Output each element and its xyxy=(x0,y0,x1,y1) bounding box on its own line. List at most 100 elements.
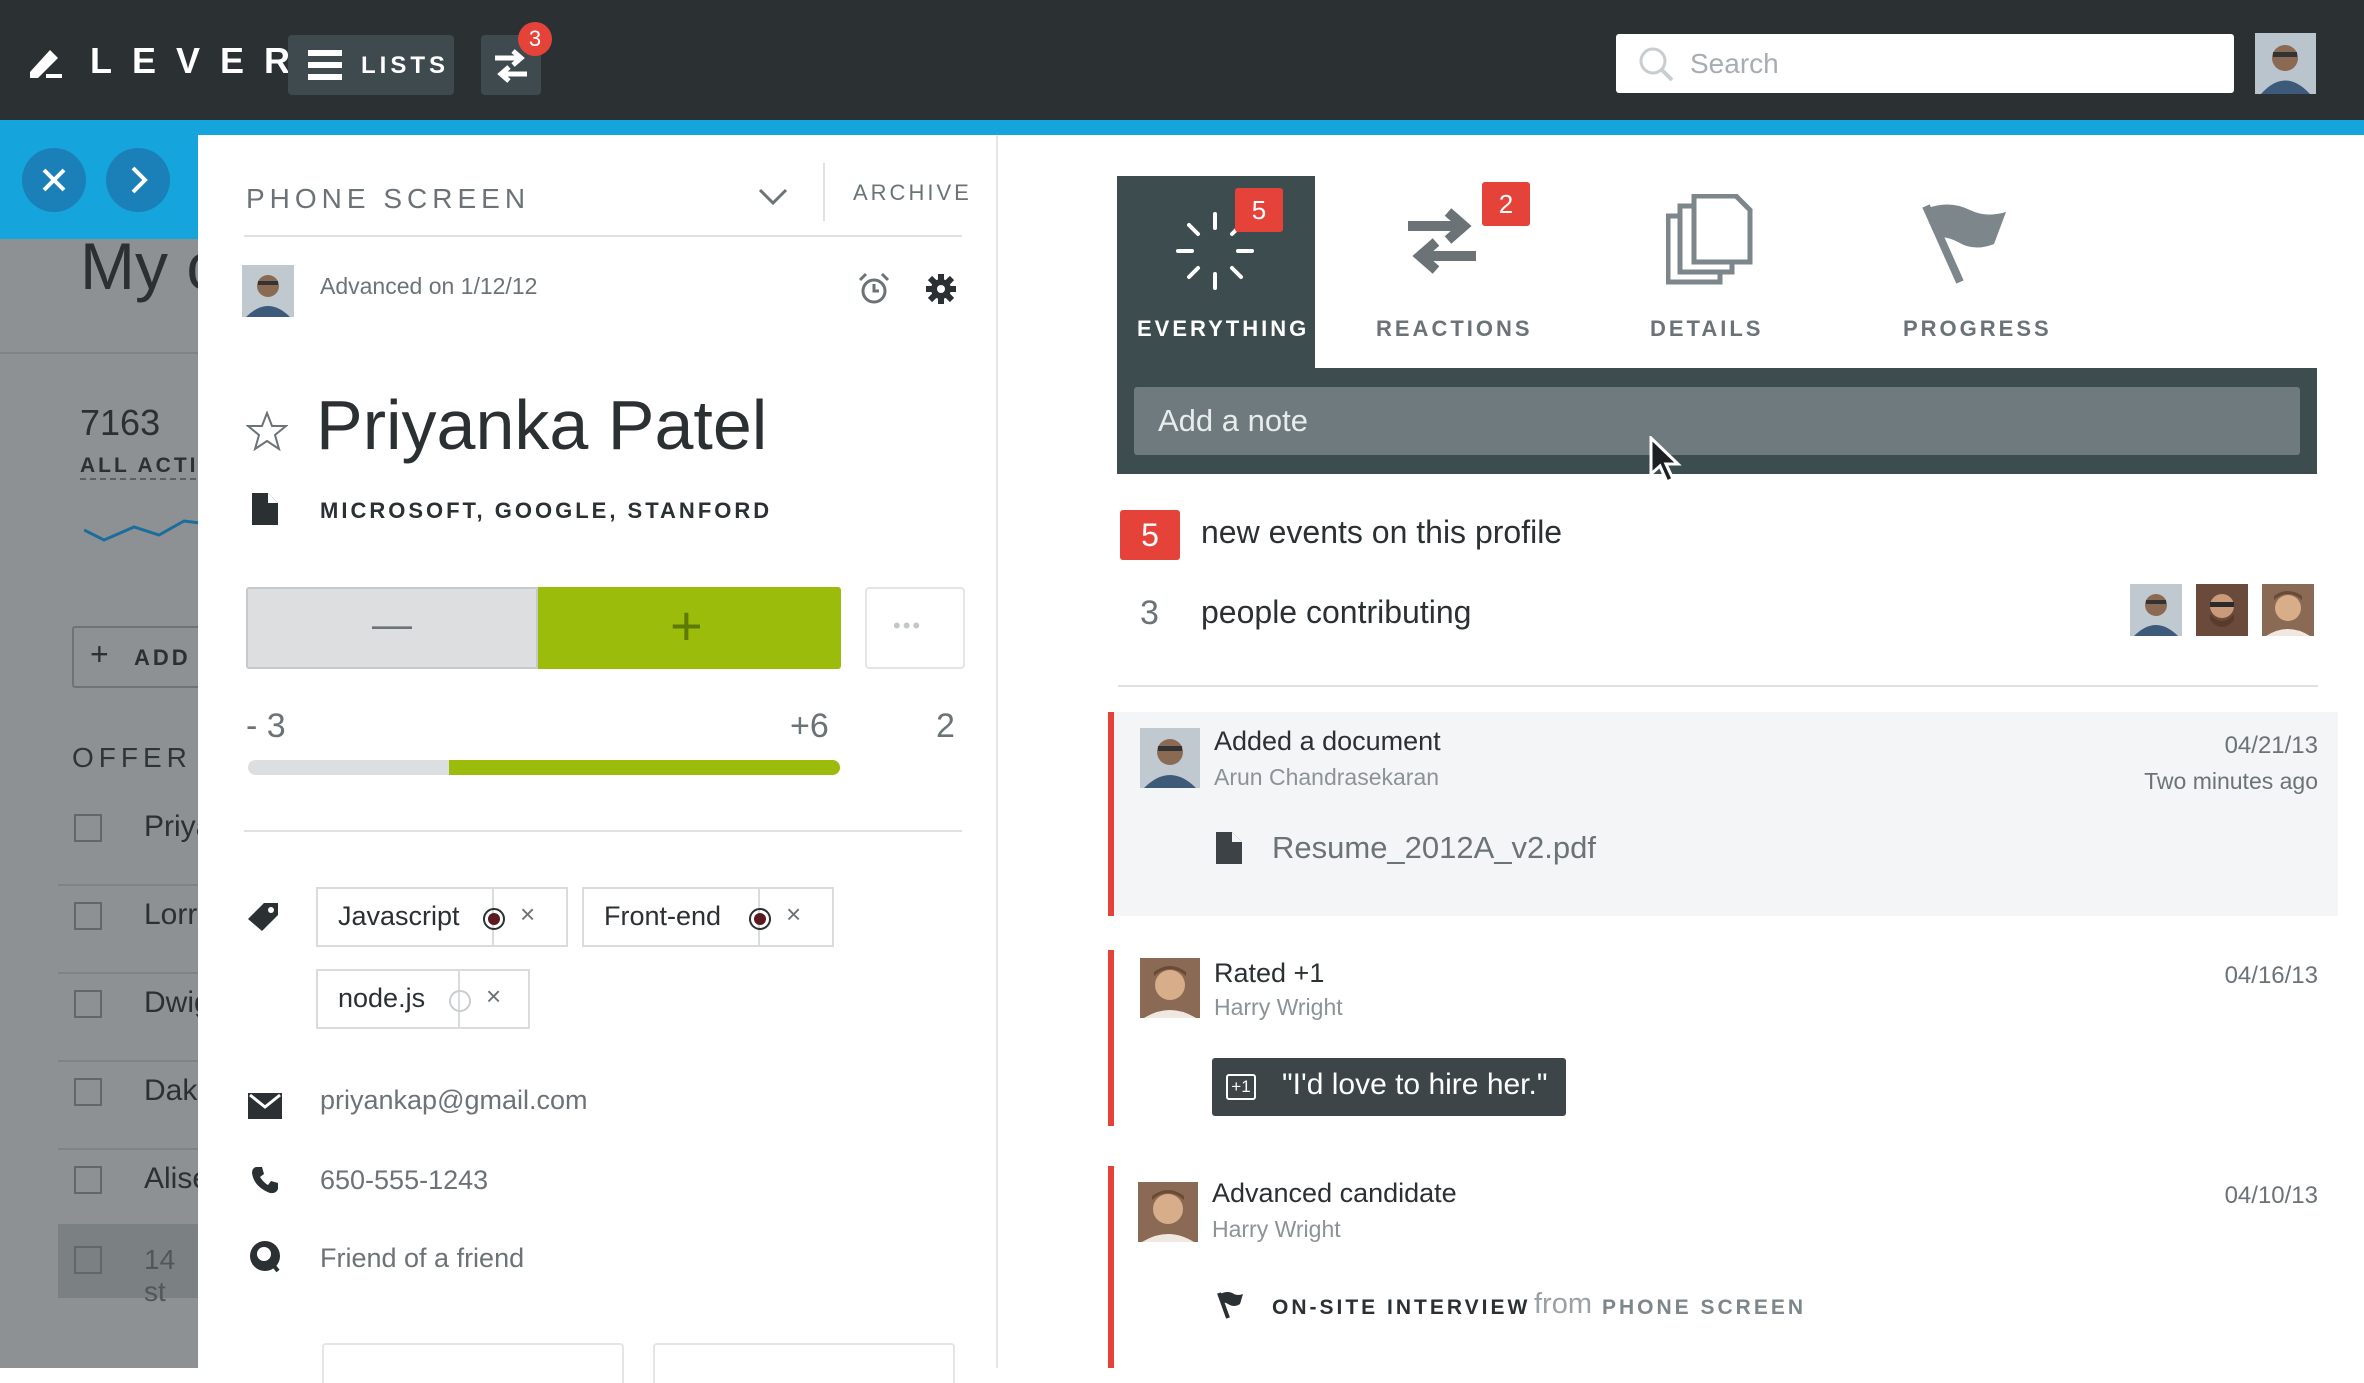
remove-tag-icon[interactable]: × xyxy=(486,981,501,1012)
add-button[interactable]: + ADD xyxy=(72,626,212,688)
feed-author[interactable]: Harry Wright xyxy=(1214,994,1343,1021)
author-avatar[interactable] xyxy=(1140,728,1200,788)
input-field[interactable] xyxy=(322,1343,624,1383)
search-placeholder: Search xyxy=(1690,48,1779,79)
candidate-name: Priyanka Patel xyxy=(316,386,768,464)
document-icon xyxy=(252,493,278,525)
more-options-button[interactable]: ••• xyxy=(865,587,965,669)
alarm-clock-icon[interactable] xyxy=(856,271,892,307)
vote-up-button[interactable]: + xyxy=(538,587,841,669)
row-checkbox[interactable] xyxy=(74,1166,102,1194)
remove-tag-icon[interactable]: × xyxy=(786,899,801,930)
chevron-right-icon xyxy=(131,166,148,194)
list-item[interactable]: Priya xyxy=(58,798,212,886)
list-item[interactable]: Dwig xyxy=(58,974,211,1062)
count-label: ALL ACTIV xyxy=(80,454,216,480)
lists-button[interactable]: LISTS xyxy=(288,35,454,95)
user-avatar[interactable] xyxy=(2255,33,2316,94)
record-dot-icon[interactable] xyxy=(482,907,506,931)
record-dot-icon[interactable] xyxy=(448,989,472,1013)
list-item[interactable]: Dako xyxy=(58,1062,214,1150)
row-checkbox[interactable] xyxy=(74,1078,102,1106)
contributor-avatar[interactable] xyxy=(2130,584,2182,636)
logo-wordmark[interactable]: LEVER xyxy=(90,40,310,82)
candidate-list: Priya Lorri Dwig Dako Alise 14 st xyxy=(58,798,214,1307)
feed-date: 04/21/13 xyxy=(2224,732,2318,759)
feed-date: 04/16/13 xyxy=(2224,962,2318,989)
section-offer: OFFER xyxy=(72,742,192,773)
attachment-link[interactable]: Resume_2012A_v2.pdf xyxy=(1272,830,1596,866)
star-icon[interactable] xyxy=(246,411,288,451)
feed-author[interactable]: Harry Wright xyxy=(1212,1216,1341,1243)
tag-icon xyxy=(248,903,278,931)
vote-down-button[interactable]: — xyxy=(246,587,538,669)
plus-icon: + xyxy=(90,636,109,672)
divider xyxy=(244,830,962,832)
remove-tag-icon[interactable]: × xyxy=(520,899,535,930)
advanced-on-text: Advanced on 1/12/12 xyxy=(320,273,538,299)
hamburger-icon xyxy=(308,50,342,80)
row-name: Lorri xyxy=(144,898,205,931)
tab-badge: 5 xyxy=(1235,188,1283,232)
notification-badge: 3 xyxy=(518,22,552,56)
source-icon xyxy=(250,1241,280,1273)
row-checkbox[interactable] xyxy=(74,814,102,842)
list-item[interactable]: 14 st xyxy=(58,1224,200,1307)
plus-one-icon: +1 xyxy=(1226,1074,1256,1100)
owner-avatar[interactable] xyxy=(242,265,294,317)
add-note-input[interactable]: Add a note xyxy=(1134,387,2300,455)
gear-icon[interactable] xyxy=(923,271,959,307)
row-checkbox[interactable] xyxy=(74,1246,102,1274)
documents-icon xyxy=(1666,194,1753,285)
document-icon xyxy=(1216,832,1242,864)
candidate-count: 7163 xyxy=(80,402,161,443)
record-dot-icon[interactable] xyxy=(748,907,772,931)
comment-text: "I'd love to hire her." xyxy=(1282,1068,1548,1101)
candidate-companies: MICROSOFT, GOOGLE, STANFORD xyxy=(320,498,773,523)
next-button[interactable] xyxy=(106,148,170,212)
tag-javascript[interactable]: Javascript × xyxy=(316,887,568,947)
tab-badge: 2 xyxy=(1482,182,1530,226)
close-icon xyxy=(42,168,66,192)
add-label: ADD xyxy=(134,645,191,670)
divider xyxy=(1118,685,2318,687)
divider xyxy=(823,163,825,221)
phone-number[interactable]: 650-555-1243 xyxy=(320,1165,488,1196)
chevron-down-icon[interactable] xyxy=(758,187,788,207)
search-icon xyxy=(1639,47,1674,82)
input-field[interactable] xyxy=(653,1343,955,1383)
minus-label: — xyxy=(372,603,412,647)
feed-author[interactable]: Arun Chandrasekaran xyxy=(1214,764,1439,791)
sparkline xyxy=(84,519,200,542)
contributor-avatar[interactable] xyxy=(2262,584,2314,636)
flag-icon xyxy=(1922,204,2006,284)
search-input[interactable]: Search xyxy=(1616,34,2234,93)
ellipsis-icon: ••• xyxy=(893,613,923,638)
people-count: 3 xyxy=(1140,594,1159,632)
flag-icon xyxy=(1217,1292,1243,1319)
tag-label: node.js xyxy=(338,983,426,1013)
feed-title: Advanced candidate xyxy=(1212,1178,1457,1208)
close-button[interactable] xyxy=(22,148,86,212)
archive-button[interactable]: ARCHIVE xyxy=(853,180,972,206)
tab-label: EVERYTHING xyxy=(1137,316,1310,341)
list-item[interactable]: Lorri xyxy=(58,886,204,974)
candidate-profile-panel: PHONE SCREEN ARCHIVE Advanced on 1/12/12… xyxy=(198,135,998,1383)
lever-logo-icon xyxy=(30,50,62,78)
tag-front-end[interactable]: Front-end × xyxy=(582,887,834,947)
author-avatar[interactable] xyxy=(1140,958,1200,1018)
stage-selector[interactable]: PHONE SCREEN xyxy=(246,183,530,215)
row-checkbox[interactable] xyxy=(74,902,102,930)
swap-arrows-icon xyxy=(495,49,527,83)
tab-label: REACTIONS xyxy=(1376,316,1533,341)
author-avatar[interactable] xyxy=(1138,1182,1198,1242)
divider xyxy=(0,352,200,354)
feed-item-rating: Rated +1 Harry Wright 04/16/13 +1 "I'd l… xyxy=(1108,950,2338,1126)
email-link[interactable]: priyankap@gmail.com xyxy=(320,1085,588,1116)
from-word: from xyxy=(1534,1288,1592,1320)
feed-relative-time: Two minutes ago xyxy=(2144,768,2318,794)
tag-nodejs[interactable]: node.js × xyxy=(316,969,530,1029)
row-checkbox[interactable] xyxy=(74,990,102,1018)
contributor-avatar[interactable] xyxy=(2196,584,2248,636)
feed-title: Rated +1 xyxy=(1214,958,1325,988)
